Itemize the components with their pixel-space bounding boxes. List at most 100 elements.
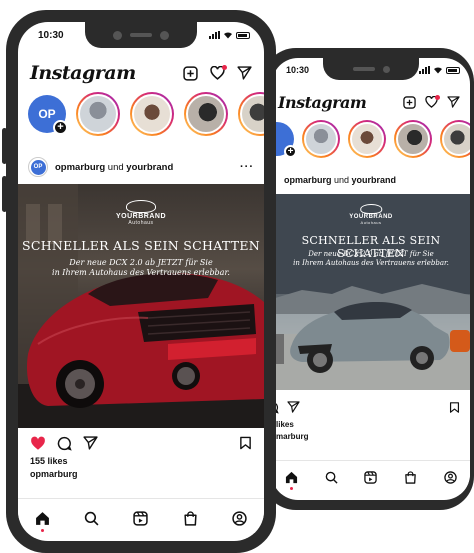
own-story[interactable]: OP + [28,95,68,135]
signal-icon [419,66,430,74]
like-count[interactable]: likes [276,420,294,429]
post-avatar[interactable]: OP [28,157,48,177]
post-image[interactable]: YOURBRAND Autohaus SCHNELLER ALS SEIN SC… [272,194,470,390]
post-headline: SCHNELLER ALS SEIN SCHATTEN [21,238,261,253]
tab-search[interactable] [84,511,99,526]
post-coauthor: yourbrand [126,161,174,173]
direct-messages-button[interactable] [237,66,252,80]
tab-profile[interactable] [443,471,457,484]
post-subline-2: in Ihrem Autohaus des Vertrauens erlebba… [293,259,449,268]
tab-search[interactable] [325,471,338,484]
post-author: opmarburg [55,161,106,173]
signal-icon [209,31,220,39]
phone-screen-front: 10:30 Instagram OP + OP opmarburg und yo… [18,22,264,541]
post-image[interactable]: YOURBRAND Autohaus SCHNELLER ALS SEIN SC… [18,184,264,428]
post-actions [18,432,264,454]
activity-button[interactable] [210,65,227,80]
story-item[interactable] [348,120,386,158]
post-coauthor: yourbrand [351,175,397,185]
comment-icon[interactable] [57,436,72,451]
activity-button[interactable] [425,95,440,108]
active-indicator [290,487,294,490]
tab-shop[interactable] [183,511,198,526]
volume-down-button [2,176,7,212]
post-authors[interactable]: opmarburg und yourbrand [280,175,462,185]
story-item[interactable] [76,92,120,136]
search-icon [85,511,99,526]
post-caption[interactable]: marburg [276,432,308,441]
tab-reels[interactable] [364,471,378,484]
shop-icon [184,511,197,526]
post-authors[interactable]: opmarburg und yourbrand [55,162,233,173]
post-subline-1: Der neue DCX 2.0 ab JETZT für Sie [69,258,213,267]
notification-dot [222,65,227,70]
phone-screen-back: 10:30 Instagram + opmarburg und yourbran… [272,58,470,500]
own-story-initials: OP [38,107,56,121]
instagram-logo[interactable]: Instagram [30,62,136,84]
send-icon [447,96,460,108]
status-time: 10:30 [38,29,64,41]
profile-icon [232,511,247,526]
add-story-icon: + [284,145,297,158]
post-header: opmarburg und yourbrand [272,168,470,192]
story-item[interactable] [130,92,174,136]
post-more-button[interactable]: ··· [240,161,254,173]
wifi-icon [224,32,232,39]
post-subline: Der neue DCX 2.0 ab JETZT für Sie in Ihr… [18,258,264,279]
story-item[interactable] [394,120,432,158]
tab-profile[interactable] [232,511,247,526]
story-item[interactable] [238,92,264,136]
new-post-button[interactable] [403,95,416,109]
story-item[interactable] [302,120,340,158]
brand-badge: YOURBRAND Autohaus [349,204,393,225]
status-icons [419,66,460,74]
phone-mockup-front: 10:30 Instagram OP + OP opmarburg und yo… [2,10,276,553]
tab-bar [272,460,470,494]
header-actions [403,95,460,109]
post-subline-2: in Ihrem Autohaus des Vertrauens erlebba… [52,268,230,278]
home-icon [286,471,298,484]
brand-logo-icon [360,204,382,214]
notch [323,58,419,80]
send-icon [237,66,252,80]
post-actions-left [272,398,300,416]
story-item[interactable] [440,120,470,158]
instagram-logo[interactable]: Instagram [278,93,367,112]
tab-shop[interactable] [404,471,417,484]
brand-sub: Autohaus [128,220,154,226]
search-icon [325,471,338,484]
home-icon [36,512,50,525]
tab-reels[interactable] [133,511,149,526]
stories-tray: + [272,120,470,158]
like-button[interactable] [30,436,46,451]
brand-logo-icon [126,200,156,213]
header-actions [183,65,252,81]
new-post-button[interactable] [183,65,198,81]
notification-dot [435,95,440,100]
story-item[interactable] [184,92,228,136]
battery-icon [236,31,250,39]
tab-home[interactable] [35,511,50,532]
send-icon[interactable] [83,436,98,450]
tab-home[interactable] [285,471,298,490]
shop-icon [405,471,416,484]
brand-sub: Autohaus [360,220,382,225]
active-indicator [41,529,45,532]
like-count[interactable]: 155 likes [30,456,68,466]
wifi-icon [434,67,442,74]
direct-messages-button[interactable] [447,96,460,108]
status-icons [209,31,250,39]
bookmark-icon[interactable] [239,436,252,450]
post-subline-1: Der neue DCX 2.0 ab JETZT für Sie [308,250,434,258]
post-caption[interactable]: opmarburg [30,469,78,479]
post-author: opmarburg [284,175,332,185]
ig-header: Instagram [18,58,264,88]
brand-badge: YOURBRAND Autohaus [116,200,166,226]
post-connector: und [331,175,352,185]
phone-mockup-back: 10:30 Instagram + opmarburg und yourbran… [262,48,474,510]
stories-tray: OP + [28,92,264,136]
brand-name: YOURBRAND [116,213,166,220]
send-icon[interactable] [287,401,300,413]
profile-icon [443,471,457,484]
bookmark-icon[interactable] [449,401,460,413]
